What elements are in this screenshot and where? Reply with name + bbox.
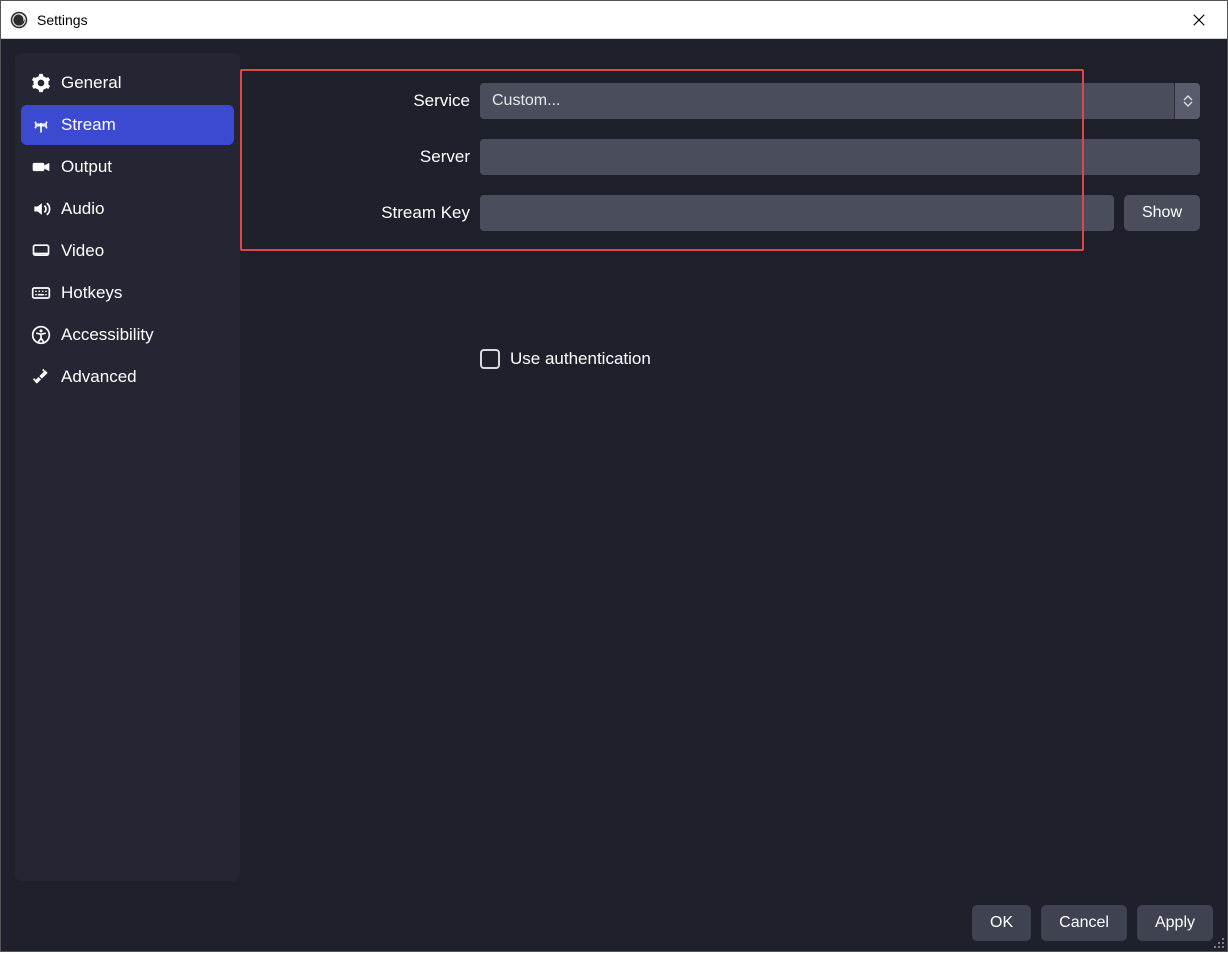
accessibility-icon: [31, 325, 51, 345]
sidebar-item-label: Audio: [61, 199, 104, 219]
monitor-icon: [31, 241, 51, 261]
antenna-icon: [31, 115, 51, 135]
tools-icon: [31, 367, 51, 387]
sidebar-item-stream[interactable]: Stream: [21, 105, 234, 145]
window-title: Settings: [37, 12, 88, 28]
sidebar-item-output[interactable]: Output: [21, 147, 234, 187]
sidebar-item-general[interactable]: General: [21, 63, 234, 103]
stream-settings-panel: Service Custom... Server: [240, 39, 1227, 895]
obs-app-icon: [9, 10, 29, 30]
ok-button[interactable]: OK: [972, 905, 1031, 941]
sidebar-item-accessibility[interactable]: Accessibility: [21, 315, 234, 355]
show-streamkey-button[interactable]: Show: [1124, 195, 1200, 231]
use-auth-checkbox[interactable]: [480, 349, 500, 369]
titlebar: Settings: [1, 1, 1227, 39]
sidebar-item-label: Video: [61, 241, 104, 261]
chevron-updown-icon[interactable]: [1174, 83, 1200, 119]
sidebar-item-label: Stream: [61, 115, 116, 135]
close-button[interactable]: [1179, 5, 1219, 35]
sidebar-item-label: Advanced: [61, 367, 137, 387]
sidebar-item-hotkeys[interactable]: Hotkeys: [21, 273, 234, 313]
sidebar-item-label: Output: [61, 157, 112, 177]
sidebar-item-label: Accessibility: [61, 325, 154, 345]
settings-sidebar: General Stream Output: [15, 53, 240, 881]
camera-icon: [31, 157, 51, 177]
sidebar-item-video[interactable]: Video: [21, 231, 234, 271]
gear-icon: [31, 73, 51, 93]
keyboard-icon: [31, 283, 51, 303]
sidebar-item-audio[interactable]: Audio: [21, 189, 234, 229]
content-area: General Stream Output: [1, 39, 1227, 951]
sidebar-item-advanced[interactable]: Advanced: [21, 357, 234, 397]
resize-grip-icon[interactable]: [1211, 935, 1225, 949]
dialog-footer: OK Cancel Apply: [1, 895, 1227, 951]
settings-window: Settings General Stream: [0, 0, 1228, 952]
sidebar-item-label: General: [61, 73, 121, 93]
sidebar-item-label: Hotkeys: [61, 283, 122, 303]
apply-button[interactable]: Apply: [1137, 905, 1213, 941]
cancel-button[interactable]: Cancel: [1041, 905, 1127, 941]
speaker-icon: [31, 199, 51, 219]
highlight-annotation: [240, 69, 1084, 251]
use-auth-label: Use authentication: [510, 349, 651, 369]
